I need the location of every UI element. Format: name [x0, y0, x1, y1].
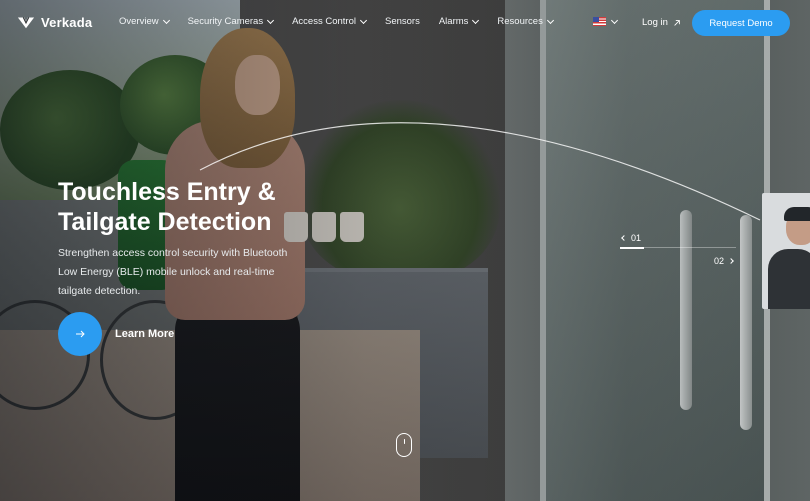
chevron-down-icon — [610, 16, 619, 24]
slide-prev-control[interactable]: 01 — [621, 233, 642, 243]
hero-section: Verkada Overview Security Cameras Access… — [0, 0, 810, 501]
chevron-right-icon — [728, 258, 734, 264]
nav-item-resources[interactable]: Resources — [497, 16, 554, 27]
chevron-down-icon — [359, 16, 368, 24]
nav-item-alarms[interactable]: Alarms — [439, 16, 480, 27]
brand-name: Verkada — [41, 14, 93, 30]
learn-more-circle — [58, 312, 102, 356]
locale-selector[interactable] — [593, 16, 619, 26]
external-arrow-icon — [674, 19, 680, 26]
nav-item-access-control[interactable]: Access Control — [292, 16, 368, 27]
request-demo-button[interactable]: Request Demo — [692, 10, 790, 36]
hero-title: Touchless Entry & Tailgate Detection — [58, 177, 358, 237]
slide-next-control[interactable]: 02 — [714, 256, 734, 266]
chevron-left-icon — [621, 235, 627, 241]
us-flag-icon — [593, 17, 606, 26]
main-menu: Overview Security Cameras Access Control… — [119, 16, 554, 27]
chevron-down-icon — [162, 16, 170, 24]
chevron-down-icon — [546, 16, 554, 24]
slide-current-number: 01 — [631, 233, 642, 243]
arrow-right-icon — [76, 330, 85, 338]
nav-item-sensors[interactable]: Sensors — [385, 16, 420, 27]
slide-progress-track — [644, 247, 736, 248]
verkada-logo-icon — [17, 17, 35, 29]
nav-item-security-cameras[interactable]: Security Cameras — [188, 16, 275, 27]
nav-item-overview[interactable]: Overview — [119, 16, 170, 27]
slide-next-number: 02 — [714, 256, 725, 266]
hero-title-line-1: Touchless Entry & — [58, 178, 276, 206]
learn-more-button[interactable]: Learn More — [58, 312, 174, 356]
chevron-down-icon — [472, 16, 480, 24]
login-link[interactable]: Log in — [642, 17, 681, 28]
next-slide-thumbnail[interactable] — [762, 193, 810, 309]
hero-description: Strengthen access control security with … — [58, 247, 288, 297]
mouse-scroll-icon[interactable] — [396, 433, 412, 457]
chevron-down-icon — [267, 16, 275, 24]
top-navigation: Verkada Overview Security Cameras Access… — [0, 0, 810, 46]
slide-progress-active — [620, 247, 644, 249]
brand-logo[interactable]: Verkada — [17, 13, 92, 31]
hero-title-line-2: Tailgate Detection — [58, 208, 272, 236]
learn-more-label: Learn More — [115, 328, 175, 340]
